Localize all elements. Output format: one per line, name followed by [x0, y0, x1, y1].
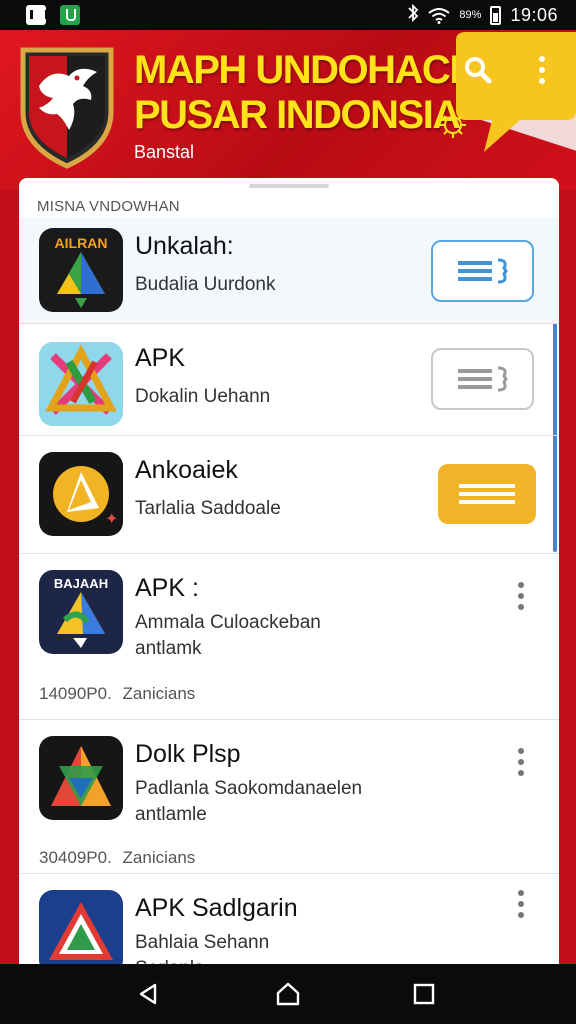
garuda-shield-logo	[20, 47, 114, 169]
item-title: APK Sadlgarin	[135, 894, 298, 922]
app-icon: ✦	[39, 452, 123, 536]
list-item[interactable]: BAJAAH APK : Ammala Culoackeban antlamk …	[19, 554, 559, 720]
app-icon	[39, 342, 123, 426]
clock: 19:06	[510, 5, 558, 25]
item-subtitle: Budalia Uurdonk	[135, 274, 276, 295]
more-options-button[interactable]	[509, 576, 533, 616]
item-meta-category: Zanicians	[122, 684, 196, 703]
home-button[interactable]	[268, 978, 308, 1010]
search-icon	[465, 57, 492, 84]
app-icon	[39, 736, 123, 820]
app-icon	[39, 890, 123, 974]
search-button[interactable]	[458, 50, 498, 90]
more-options-button[interactable]	[509, 742, 533, 782]
list-item[interactable]: APK Sadlgarin Bahlaia Sehann Serlanla	[19, 874, 559, 978]
app-header: MAPH UNDOHACI PUSAR INDONSIA Banstal	[0, 30, 576, 190]
item-meta-size: 14090P0.	[39, 684, 112, 703]
item-title: Unkalah:	[135, 232, 234, 260]
app-title-line2: PUSAR INDONSIA	[134, 93, 461, 137]
more-options-button[interactable]	[509, 884, 533, 924]
back-triangle-icon	[139, 983, 157, 1005]
svg-text:✦: ✦	[105, 511, 118, 528]
item-title: Dolk Plsp	[135, 740, 241, 768]
list-action-button[interactable]	[438, 464, 536, 524]
app-icon: AILRAN	[39, 228, 123, 312]
item-title: Ankoaiek	[135, 456, 238, 484]
app-list-card: MISNA VNDOWHAN AILRAN Unkalah: Budalia U…	[19, 178, 559, 978]
list-icon	[457, 258, 508, 284]
more-vertical-icon	[518, 582, 524, 588]
item-subtitle: Padlanla Saokomdanaelen	[135, 778, 363, 799]
item-subtitle: Tarlalia Saddoale	[135, 498, 281, 519]
item-meta-category: Zanicians	[122, 848, 196, 867]
list-item[interactable]: Dolk Plsp Padlanla Saokomdanaelen antlam…	[19, 720, 559, 874]
item-subtitle-2: antlamk	[135, 638, 202, 659]
overflow-menu-button[interactable]	[522, 50, 562, 90]
list-item[interactable]: ✦ Ankoaiek Tarlalia Saddoale	[19, 436, 559, 554]
app-icon-label: BAJAAH	[54, 576, 108, 591]
item-meta-size: 30409P0.	[39, 848, 112, 867]
item-subtitle-2: antlamle	[135, 804, 207, 825]
bluetooth-icon	[407, 3, 419, 27]
recents-square-icon	[413, 983, 435, 1005]
item-subtitle: Ammala Culoackeban	[135, 612, 321, 633]
more-vertical-icon	[518, 890, 524, 896]
more-vertical-icon	[518, 748, 524, 754]
section-label: MISNA VNDOWHAN	[37, 198, 180, 215]
mail-icon	[26, 5, 48, 25]
battery-icon	[490, 6, 502, 25]
gear-badge-icon	[440, 112, 466, 138]
home-icon	[276, 982, 300, 1006]
list-item[interactable]: AILRAN Unkalah: Budalia Uurdonk	[19, 218, 559, 324]
item-meta: 30409P0. Zanicians	[39, 848, 195, 868]
system-navigation-bar	[0, 964, 576, 1024]
app-title-line1: MAPH UNDOHACI	[134, 48, 460, 92]
item-subtitle: Dokalin Uehann	[135, 386, 271, 407]
list-icon	[459, 484, 515, 504]
app-title: MAPH UNDOHACI PUSAR INDONSIA	[134, 48, 461, 138]
status-bar: 89% 19:06	[0, 0, 576, 30]
app-icon: BAJAAH	[39, 570, 123, 654]
list-action-button[interactable]	[431, 348, 534, 410]
back-button[interactable]	[128, 978, 168, 1010]
app-notification-icon	[60, 5, 80, 25]
wifi-icon	[428, 7, 451, 24]
drag-handle[interactable]	[249, 184, 329, 188]
list-action-button[interactable]	[431, 240, 534, 302]
list-icon	[457, 366, 508, 392]
battery-percent: 89%	[459, 9, 482, 21]
app-subtitle: Banstal	[134, 142, 195, 162]
item-subtitle: Bahlaia Sehann	[135, 932, 270, 953]
item-meta: 14090P0. Zanicians	[39, 684, 195, 704]
item-title: APK	[135, 344, 186, 372]
app-icon-label: AILRAN	[55, 235, 108, 251]
recents-button[interactable]	[404, 978, 444, 1010]
item-title: APK :	[135, 574, 199, 602]
list-item[interactable]: APK Dokalin Uehann	[19, 324, 559, 436]
more-vertical-icon	[539, 56, 545, 84]
